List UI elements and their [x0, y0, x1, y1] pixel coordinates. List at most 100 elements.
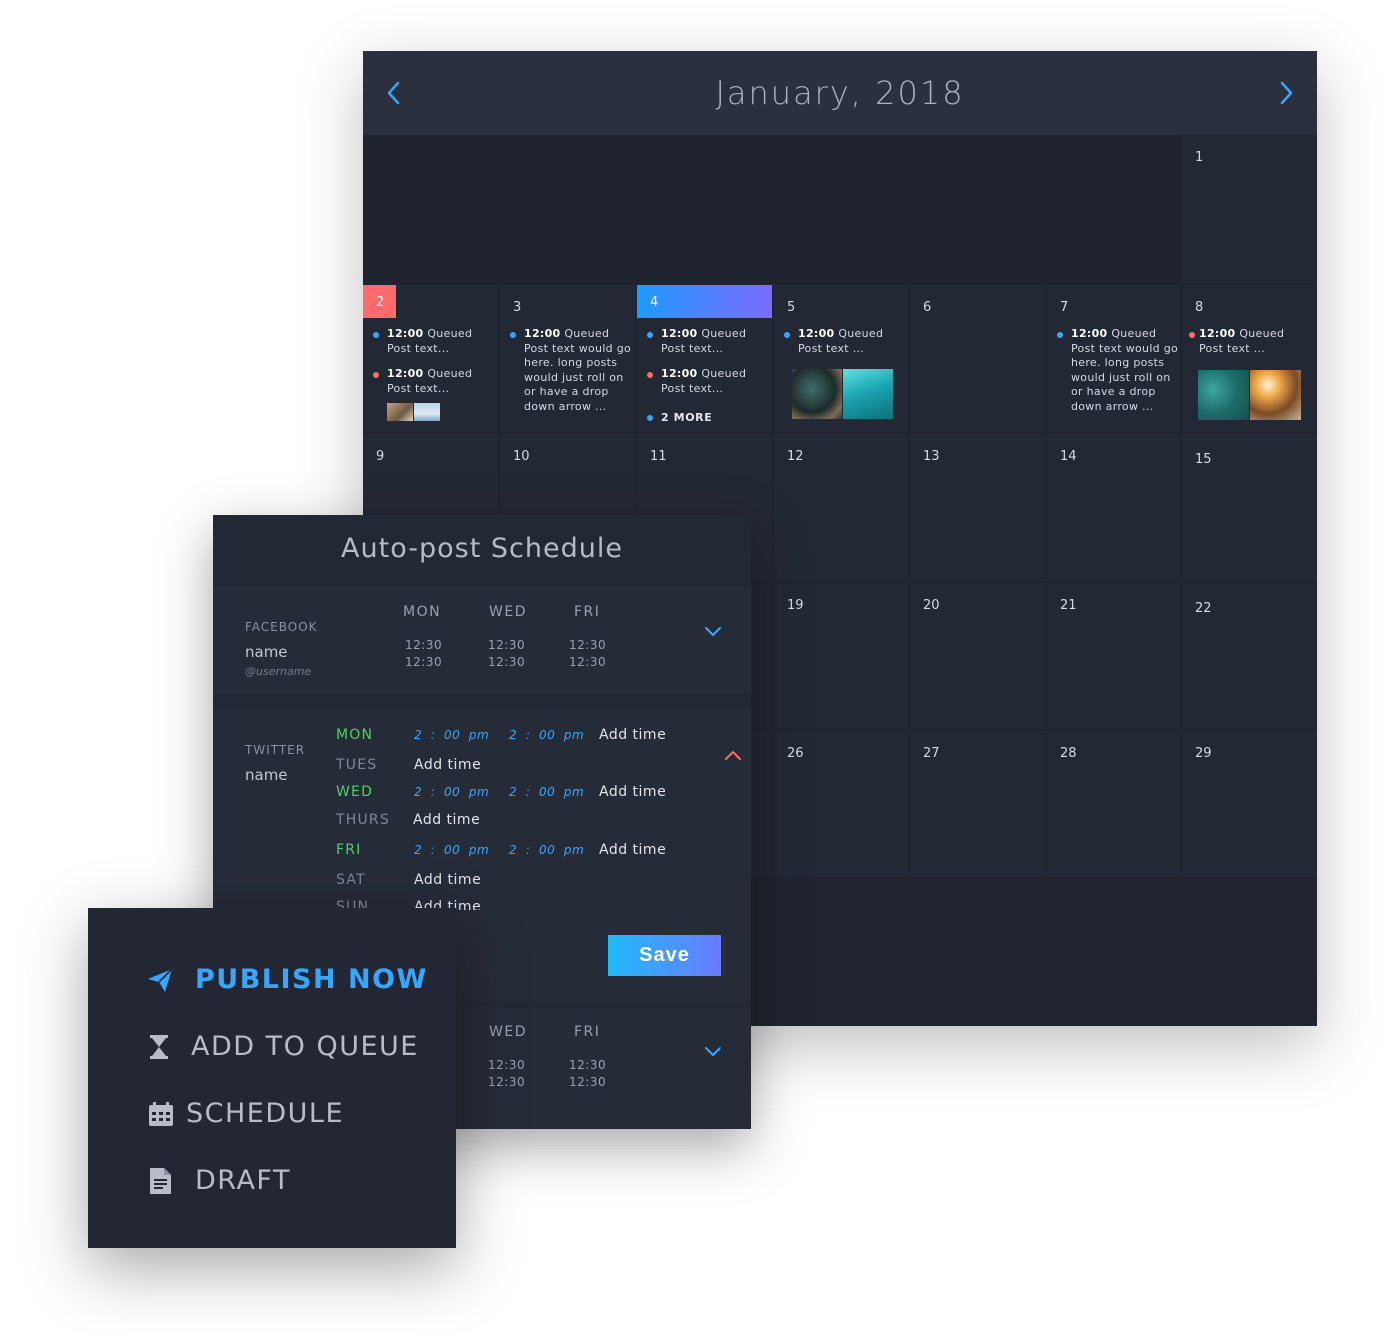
- post-thumbnail[interactable]: [414, 403, 440, 421]
- queued-post[interactable]: 12:00 Queued Post text would go here. lon…: [1057, 327, 1182, 414]
- day-number: 5: [787, 300, 796, 315]
- post-thumbnail[interactable]: [792, 369, 842, 419]
- more-label: 2 MORE: [661, 411, 713, 424]
- calendar-day-cell[interactable]: 13: [910, 434, 1045, 581]
- calendar-day-cell[interactable]: 12: [774, 434, 908, 581]
- post-time: 12:00: [1199, 327, 1236, 340]
- facebook-schedule[interactable]: FACEBOOK name @username MON WED FRI 12:3…: [213, 587, 751, 693]
- time-value: 12:30: [488, 655, 526, 669]
- calendar-header: January, 2018: [363, 51, 1317, 135]
- queued-post[interactable]: 12:00 Queued Post text ...: [1189, 327, 1284, 356]
- calendar-day-cell[interactable]: 22: [1182, 583, 1317, 729]
- past-day-marker: 2: [363, 285, 396, 318]
- calendar-day-cell[interactable]: 28: [1047, 731, 1180, 877]
- time-slot[interactable]: 2 : 00 pm: [509, 728, 584, 742]
- queued-post[interactable]: 12:00 Queued Post text...: [373, 327, 472, 356]
- calendar-day-cell[interactable]: 29: [1182, 731, 1317, 877]
- post-text: Post text ...: [1199, 341, 1266, 355]
- menu-item-publish-now[interactable]: PUBLISH NOW: [88, 955, 456, 1005]
- calendar-day-cell[interactable]: 26: [774, 731, 908, 877]
- add-time-button[interactable]: Add time: [599, 842, 666, 858]
- time-slot[interactable]: 2 : 00 pm: [414, 728, 489, 742]
- queued-post[interactable]: 12:00 Queued Post text...: [647, 367, 746, 396]
- calendar-day-cell[interactable]: 6: [910, 285, 1045, 432]
- day-label[interactable]: WED: [336, 784, 373, 800]
- calendar-day-cell[interactable]: 8 12:00 Queued Post text ...: [1182, 285, 1317, 432]
- post-thumbnail[interactable]: [1250, 370, 1301, 420]
- time-slot[interactable]: 2 : 00 pm: [414, 843, 489, 857]
- post-text: Post text...: [387, 341, 450, 355]
- time-value: 12:30: [569, 1075, 607, 1089]
- post-status: Queued: [1111, 327, 1157, 340]
- day-label[interactable]: FRI: [336, 842, 362, 858]
- next-month-chevron-icon[interactable]: [1273, 75, 1299, 111]
- publish-menu: PUBLISH NOW ADD TO QUEUE SCHEDULE DRAFT: [88, 908, 456, 1248]
- calendar-day-cell[interactable]: 27: [910, 731, 1045, 877]
- post-status: Queued: [1239, 327, 1285, 340]
- time-value: 12:30: [569, 1058, 607, 1072]
- twitter-day-rows: MON 2 : 00 pm 2 : 00 pm Add time TUES Ad…: [213, 710, 751, 910]
- blue-dot-icon: [510, 332, 516, 338]
- hourglass-icon: [145, 1032, 175, 1062]
- add-time-button[interactable]: Add time: [413, 812, 480, 828]
- calendar-day-cell[interactable]: 20: [910, 583, 1045, 729]
- menu-item-draft[interactable]: DRAFT: [88, 1156, 456, 1206]
- day-label[interactable]: THURS: [336, 812, 390, 828]
- time-value: 12:30: [569, 638, 607, 652]
- add-time-button[interactable]: Add time: [599, 784, 666, 800]
- prev-month-chevron-icon[interactable]: [381, 75, 407, 111]
- post-status: Queued: [701, 327, 747, 340]
- more-posts-link[interactable]: 2 MORE: [647, 411, 712, 424]
- blue-dot-icon: [373, 332, 379, 338]
- time-slot[interactable]: 2 : 00 pm: [509, 785, 584, 799]
- post-status: Queued: [427, 367, 473, 380]
- calendar-day-cell[interactable]: 21: [1047, 583, 1180, 729]
- month-title: January, 2018: [715, 74, 965, 112]
- day-number: 11: [650, 449, 667, 464]
- calendar-day-cell[interactable]: 4 12:00 Queued Post text... 12:00 Queued P…: [637, 285, 772, 432]
- menu-item-schedule[interactable]: SCHEDULE: [88, 1089, 456, 1139]
- menu-item-add-to-queue[interactable]: ADD TO QUEUE: [88, 1022, 456, 1072]
- calendar-day-cell[interactable]: 14: [1047, 434, 1180, 581]
- calendar-icon: [146, 1099, 176, 1129]
- day-header: FRI: [574, 604, 601, 620]
- time-slot[interactable]: 2 : 00 pm: [509, 843, 584, 857]
- post-thumbnail[interactable]: [843, 369, 893, 419]
- save-button[interactable]: Save: [608, 935, 721, 976]
- day-number: 1: [1195, 150, 1204, 165]
- day-number: 29: [1195, 746, 1212, 761]
- calendar-day-cell[interactable]: 1: [1182, 135, 1317, 283]
- add-time-button[interactable]: Add time: [414, 757, 481, 773]
- calendar-day-cell[interactable]: 15: [1182, 434, 1317, 581]
- post-time: 12:00: [524, 327, 561, 340]
- day-number: 27: [923, 746, 940, 761]
- post-time: 12:00: [1071, 327, 1108, 340]
- day-number: 26: [787, 746, 804, 761]
- post-thumbnail[interactable]: [1198, 370, 1249, 420]
- queued-post[interactable]: 12:00 Queued Post text...: [647, 327, 746, 356]
- add-time-button[interactable]: Add time: [599, 727, 666, 743]
- menu-label: DRAFT: [195, 1165, 291, 1196]
- post-thumbnail[interactable]: [387, 403, 413, 421]
- day-number: 28: [1060, 746, 1077, 761]
- add-time-button[interactable]: Add time: [414, 872, 481, 888]
- post-text: Post text...: [661, 341, 724, 355]
- chevron-down-icon[interactable]: [703, 624, 723, 638]
- post-status: Queued: [701, 367, 747, 380]
- queued-post[interactable]: 12:00 Queued Post text ...: [784, 327, 883, 356]
- calendar-day-cell[interactable]: 3 12:00 Queued Post text would go here. l…: [500, 285, 635, 432]
- queued-post[interactable]: 12:00 Queued Post text...: [373, 367, 472, 396]
- calendar-day-cell[interactable]: 19: [774, 583, 908, 729]
- calendar-day-cell[interactable]: 2 12:00 Queued Post text... 12:00 Queued P…: [363, 285, 498, 432]
- day-label[interactable]: SAT: [336, 872, 366, 888]
- queued-post[interactable]: 12:00 Queued Post text would go here. lon…: [510, 327, 635, 414]
- chevron-down-icon[interactable]: [703, 1044, 723, 1058]
- day-label[interactable]: MON: [336, 727, 373, 743]
- day-number: 9: [376, 449, 385, 464]
- blue-dot-icon: [647, 332, 653, 338]
- time-slot[interactable]: 2 : 00 pm: [414, 785, 489, 799]
- network-label: FACEBOOK: [245, 620, 318, 634]
- calendar-day-cell[interactable]: 7 12:00 Queued Post text would go here. l…: [1047, 285, 1180, 432]
- calendar-day-cell[interactable]: 5 12:00 Queued Post text ...: [774, 285, 908, 432]
- day-label[interactable]: TUES: [336, 757, 377, 773]
